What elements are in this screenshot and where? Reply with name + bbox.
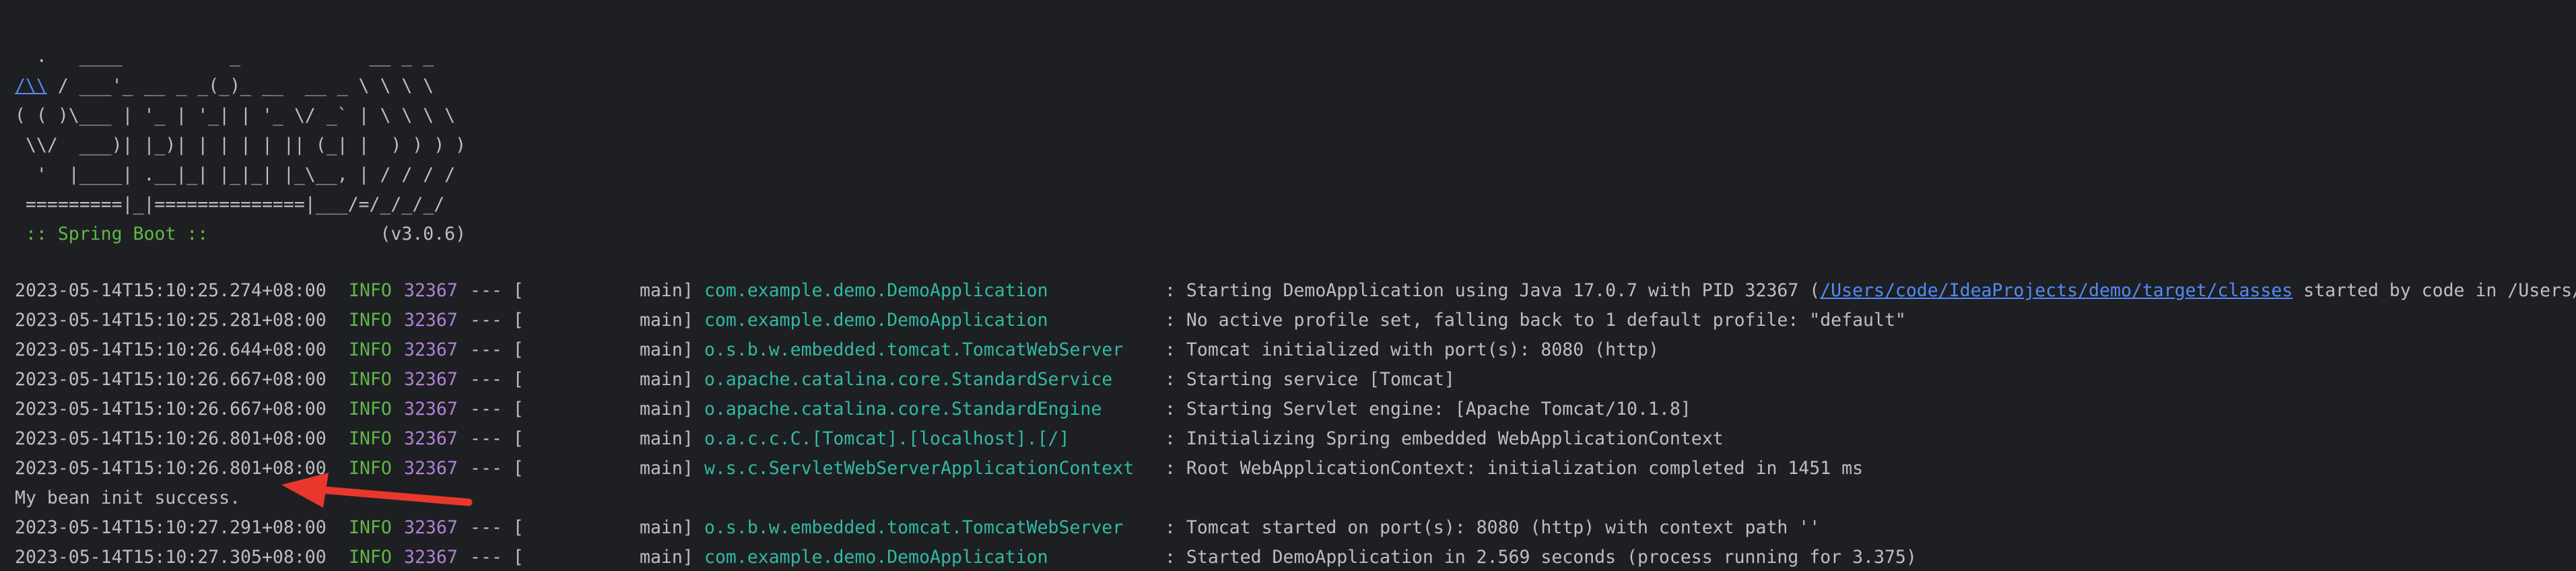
log-message-prefix: : Starting DemoApplication using Java 17… bbox=[1165, 280, 1821, 301]
log-level: INFO bbox=[349, 310, 392, 331]
log-logger: o.apache.catalina.core.StandardEngine bbox=[704, 399, 1102, 419]
classes-path-link[interactable]: /Users/code/IdeaProjects/demo/target/cla… bbox=[1820, 280, 2293, 301]
log-separator: --- [ bbox=[470, 547, 524, 568]
banner-line-3: ( ( )\___ | '_ | '_| | '_ \/ _` | \ \ \ … bbox=[15, 105, 456, 126]
log-message: : Started DemoApplication in 2.569 secon… bbox=[1165, 547, 1917, 568]
log-lines: 2023-05-14T15:10:25.274+08:00 INFO 32367… bbox=[15, 276, 2576, 571]
log-message: : Initializing Spring embedded WebApplic… bbox=[1165, 428, 1724, 449]
banner-line-2-rest: / ___'_ __ _ _(_)_ __ __ _ \ \ \ \ bbox=[46, 75, 434, 96]
log-logger: com.example.demo.DemoApplication bbox=[704, 547, 1048, 568]
log-level: INFO bbox=[349, 458, 392, 479]
log-logger: o.s.b.w.embedded.tomcat.TomcatWebServer bbox=[704, 339, 1124, 360]
log-timestamp: 2023-05-14T15:10:25.281+08:00 bbox=[15, 310, 327, 331]
log-separator: --- [ bbox=[470, 280, 524, 301]
log-logger: o.apache.catalina.core.StandardService bbox=[704, 369, 1113, 390]
log-logger: o.s.b.w.embedded.tomcat.TomcatWebServer bbox=[704, 517, 1124, 538]
banner-path-link[interactable]: /\\ bbox=[15, 75, 47, 96]
log-level: INFO bbox=[349, 547, 392, 568]
log-thread: main] bbox=[640, 310, 693, 331]
log-line-3: 2023-05-14T15:10:26.644+08:00 INFO 32367… bbox=[15, 335, 2576, 365]
log-separator: --- [ bbox=[470, 369, 524, 390]
log-line-2: 2023-05-14T15:10:25.281+08:00 INFO 32367… bbox=[15, 306, 2576, 335]
log-line-1: 2023-05-14T15:10:25.274+08:00 INFO 32367… bbox=[15, 276, 2576, 306]
log-level: INFO bbox=[349, 517, 392, 538]
log-pid: 32367 bbox=[404, 280, 458, 301]
log-line-5: 2023-05-14T15:10:26.667+08:00 INFO 32367… bbox=[15, 395, 2576, 424]
log-thread: main] bbox=[640, 517, 693, 538]
log-timestamp: 2023-05-14T15:10:25.274+08:00 bbox=[15, 280, 327, 301]
log-timestamp: 2023-05-14T15:10:27.291+08:00 bbox=[15, 517, 327, 538]
banner-line-5: ' |____| .__|_| |_|_| |_\__, | / / / / bbox=[15, 164, 456, 185]
log-thread: main] bbox=[640, 339, 693, 360]
log-level: INFO bbox=[349, 339, 392, 360]
banner-spring-boot-line: :: Spring Boot :: (v3.0.6) bbox=[15, 220, 466, 249]
log-line-7: 2023-05-14T15:10:26.801+08:00 INFO 32367… bbox=[15, 454, 2576, 483]
log-pid: 32367 bbox=[404, 399, 458, 419]
log-thread: main] bbox=[640, 547, 693, 568]
log-timestamp: 2023-05-14T15:10:27.305+08:00 bbox=[15, 547, 327, 568]
log-timestamp: 2023-05-14T15:10:26.644+08:00 bbox=[15, 339, 327, 360]
log-logger: com.example.demo.DemoApplication bbox=[704, 280, 1048, 301]
log-logger: w.s.c.ServletWebServerApplicationContext bbox=[704, 458, 1134, 479]
log-thread: main] bbox=[640, 458, 693, 479]
log-timestamp: 2023-05-14T15:10:26.667+08:00 bbox=[15, 399, 327, 419]
log-timestamp: 2023-05-14T15:10:26.801+08:00 bbox=[15, 428, 327, 449]
log-pid: 32367 bbox=[404, 310, 458, 331]
plain-output-text: My bean init success. bbox=[15, 488, 241, 508]
log-separator: --- [ bbox=[470, 428, 524, 449]
log-separator: --- [ bbox=[470, 310, 524, 331]
log-line-6: 2023-05-14T15:10:26.801+08:00 INFO 32367… bbox=[15, 424, 2576, 454]
bean-init-output: My bean init success. bbox=[15, 483, 2576, 513]
log-pid: 32367 bbox=[404, 369, 458, 390]
log-message: : Tomcat initialized with port(s): 8080 … bbox=[1165, 339, 1659, 360]
log-separator: --- [ bbox=[470, 458, 524, 479]
log-level: INFO bbox=[349, 399, 392, 419]
log-logger: com.example.demo.DemoApplication bbox=[704, 310, 1048, 331]
log-level: INFO bbox=[349, 369, 392, 390]
log-level: INFO bbox=[349, 280, 392, 301]
log-message: : Tomcat started on port(s): 8080 (http)… bbox=[1165, 517, 1821, 538]
spring-boot-banner: . ____ _ __ _ _ /\\ / ___'_ __ _ _(_)_ __… bbox=[15, 42, 466, 249]
log-separator: --- [ bbox=[470, 517, 524, 538]
log-pid: 32367 bbox=[404, 547, 458, 568]
log-logger: o.a.c.c.C.[Tomcat].[localhost].[/] bbox=[704, 428, 1070, 449]
log-thread: main] bbox=[640, 280, 693, 301]
log-message: : Starting service [Tomcat] bbox=[1165, 369, 1455, 390]
spring-boot-tag: :: Spring Boot :: bbox=[15, 224, 219, 244]
banner-line-2: /\\ / ___'_ __ _ _(_)_ __ __ _ \ \ \ \ bbox=[15, 71, 466, 101]
run-console-output[interactable]: . ____ _ __ _ _ /\\ / ___'_ __ _ _(_)_ __… bbox=[0, 0, 2576, 571]
log-line-8: 2023-05-14T15:10:27.291+08:00 INFO 32367… bbox=[15, 513, 2576, 543]
log-message-suffix: started by code in /Users/c bbox=[2293, 280, 2576, 301]
log-message: : No active profile set, falling back to… bbox=[1165, 310, 1906, 331]
banner-line-4: \\/ ___)| |_)| | | | | || (_| | ) ) ) ) bbox=[15, 135, 467, 156]
log-level: INFO bbox=[349, 428, 392, 449]
log-line-9: 2023-05-14T15:10:27.305+08:00 INFO 32367… bbox=[15, 543, 2576, 571]
log-thread: main] bbox=[640, 369, 693, 390]
log-line-4: 2023-05-14T15:10:26.667+08:00 INFO 32367… bbox=[15, 365, 2576, 395]
log-thread: main] bbox=[640, 399, 693, 419]
log-message: : Starting Servlet engine: [Apache Tomca… bbox=[1165, 399, 1691, 419]
log-timestamp: 2023-05-14T15:10:26.801+08:00 bbox=[15, 458, 327, 479]
log-pid: 32367 bbox=[404, 458, 458, 479]
log-pid: 32367 bbox=[404, 428, 458, 449]
banner-line-1: . ____ _ __ _ _ bbox=[15, 46, 434, 67]
log-message: : Starting DemoApplication using Java 17… bbox=[1165, 276, 2576, 306]
log-pid: 32367 bbox=[404, 339, 458, 360]
log-separator: --- [ bbox=[470, 339, 524, 360]
spring-boot-version: (v3.0.6) bbox=[219, 224, 467, 244]
log-pid: 32367 bbox=[404, 517, 458, 538]
banner-line-6: =========|_|==============|___/=/_/_/_/ bbox=[15, 194, 445, 215]
log-timestamp: 2023-05-14T15:10:26.667+08:00 bbox=[15, 369, 327, 390]
log-thread: main] bbox=[640, 428, 693, 449]
log-separator: --- [ bbox=[470, 399, 524, 419]
log-message: : Root WebApplicationContext: initializa… bbox=[1165, 458, 1864, 479]
